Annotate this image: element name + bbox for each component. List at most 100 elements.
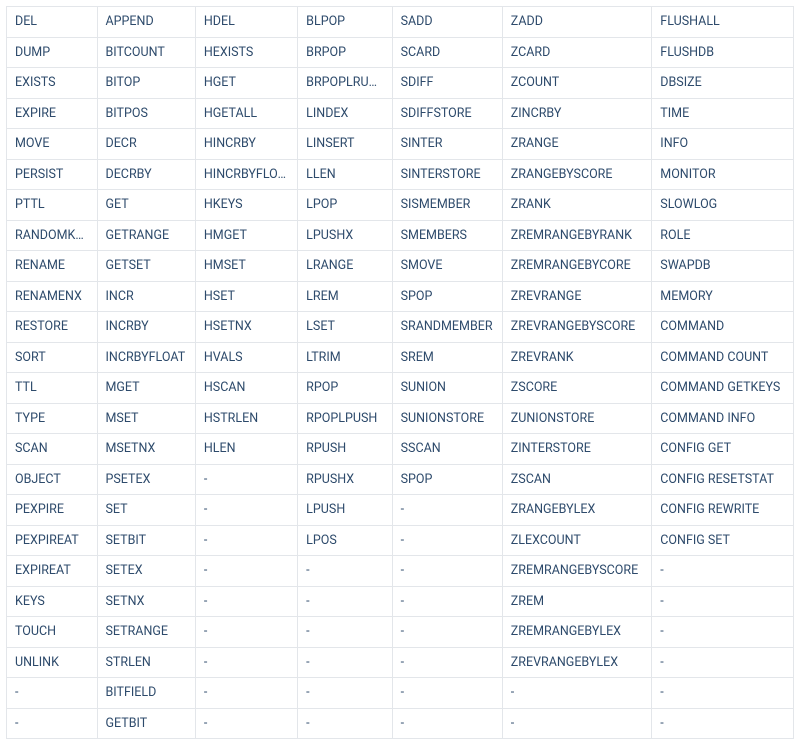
command-cell: SDIFF: [392, 68, 502, 99]
command-cell: SETRANGE: [97, 617, 195, 648]
command-cell: SORT: [7, 342, 98, 373]
command-cell: LTRIM: [298, 342, 392, 373]
command-cell: MONITOR: [652, 159, 794, 190]
command-cell: DUMP: [7, 37, 98, 68]
command-cell: MOVE: [7, 129, 98, 160]
command-cell: -: [195, 647, 297, 678]
command-cell: LREM: [298, 281, 392, 312]
command-cell: -: [652, 617, 794, 648]
command-cell: -: [298, 617, 392, 648]
command-cell: APPEND: [97, 7, 195, 38]
command-cell: SPOP: [392, 281, 502, 312]
table-row: -GETBIT-----: [7, 708, 794, 739]
command-cell: INCRBY: [97, 312, 195, 343]
command-cell: -: [652, 556, 794, 587]
command-cell: ZREVRANGEBYLEX: [502, 647, 652, 678]
command-cell: EXPIREAT: [7, 556, 98, 587]
command-cell: HINCRBYFLOAT: [195, 159, 297, 190]
command-cell: ZRANGEBYLEX: [502, 495, 652, 526]
command-cell: SSCAN: [392, 434, 502, 465]
command-cell: OBJECT: [7, 464, 98, 495]
command-cell: PERSIST: [7, 159, 98, 190]
command-cell: CONFIG REWRITE: [652, 495, 794, 526]
command-cell: MGET: [97, 373, 195, 404]
command-cell: -: [392, 708, 502, 739]
table-row: MOVEDECRHINCRBYLINSERTSINTERZRANGEINFO: [7, 129, 794, 160]
command-cell: SINTERSTORE: [392, 159, 502, 190]
command-cell: HMGET: [195, 220, 297, 251]
command-cell: SINTER: [392, 129, 502, 160]
command-cell: ZCOUNT: [502, 68, 652, 99]
command-cell: COMMAND GETKEYS: [652, 373, 794, 404]
command-cell: RPOP: [298, 373, 392, 404]
command-cell: -: [195, 617, 297, 648]
command-cell: -: [7, 678, 98, 709]
command-cell: LLEN: [298, 159, 392, 190]
command-cell: TYPE: [7, 403, 98, 434]
command-cell: PSETEX: [97, 464, 195, 495]
command-cell: -: [195, 586, 297, 617]
command-cell: PEXPIREAT: [7, 525, 98, 556]
command-cell: -: [392, 678, 502, 709]
command-cell: ZREVRANK: [502, 342, 652, 373]
command-cell: -: [652, 586, 794, 617]
command-cell: HSET: [195, 281, 297, 312]
command-cell: LPUSH: [298, 495, 392, 526]
command-cell: GETRANGE: [97, 220, 195, 251]
command-cell: ZREM: [502, 586, 652, 617]
command-cell: SUNIONSTORE: [392, 403, 502, 434]
command-cell: -: [652, 678, 794, 709]
command-cell: -: [392, 556, 502, 587]
command-cell: -: [298, 586, 392, 617]
command-cell: SMOVE: [392, 251, 502, 282]
command-cell: HINCRBY: [195, 129, 297, 160]
command-cell: FLUSHALL: [652, 7, 794, 38]
command-cell: GETBIT: [97, 708, 195, 739]
command-cell: MSET: [97, 403, 195, 434]
command-cell: -: [298, 647, 392, 678]
command-cell: BITFIELD: [97, 678, 195, 709]
command-cell: HDEL: [195, 7, 297, 38]
command-cell: SISMEMBER: [392, 190, 502, 221]
table-row: RENAMENXINCRHSETLREMSPOPZREVRANGEMEMORY: [7, 281, 794, 312]
command-cell: TTL: [7, 373, 98, 404]
command-cell: HGET: [195, 68, 297, 99]
command-cell: SETEX: [97, 556, 195, 587]
command-cell: SMEMBERS: [392, 220, 502, 251]
command-cell: GET: [97, 190, 195, 221]
command-cell: DEL: [7, 7, 98, 38]
command-cell: ZREVRANGEBYSCORE: [502, 312, 652, 343]
command-cell: KEYS: [7, 586, 98, 617]
table-row: RANDOMKEYGETRANGEHMGETLPUSHXSMEMBERSZREM…: [7, 220, 794, 251]
table-row: -BITFIELD-----: [7, 678, 794, 709]
table-row: SCANMSETNXHLENRPUSHSSCANZINTERSTORECONFI…: [7, 434, 794, 465]
command-cell: RPUSH: [298, 434, 392, 465]
command-cell: -: [195, 525, 297, 556]
command-cell: CONFIG GET: [652, 434, 794, 465]
command-cell: ZSCORE: [502, 373, 652, 404]
command-cell: INFO: [652, 129, 794, 160]
command-cell: HGETALL: [195, 98, 297, 129]
command-cell: -: [392, 495, 502, 526]
command-cell: -: [392, 647, 502, 678]
command-cell: EXPIRE: [7, 98, 98, 129]
command-cell: ZREMRANGEBYLEX: [502, 617, 652, 648]
command-cell: ZREVRANGE: [502, 281, 652, 312]
command-cell: PEXPIRE: [7, 495, 98, 526]
command-cell: LRANGE: [298, 251, 392, 282]
command-cell: SREM: [392, 342, 502, 373]
command-cell: HKEYS: [195, 190, 297, 221]
table-row: TYPEMSETHSTRLENRPOPLPUSHSUNIONSTOREZUNIO…: [7, 403, 794, 434]
command-cell: ZLEXCOUNT: [502, 525, 652, 556]
command-cell: SPOP: [392, 464, 502, 495]
command-cell: SCARD: [392, 37, 502, 68]
command-cell: ROLE: [652, 220, 794, 251]
command-cell: ZUNIONSTORE: [502, 403, 652, 434]
table-row: EXPIREATSETEX---ZREMRANGEBYSCORE-: [7, 556, 794, 587]
table-row: PEXPIREATSETBIT-LPOS-ZLEXCOUNTCONFIG SET: [7, 525, 794, 556]
command-cell: SETNX: [97, 586, 195, 617]
command-cell: COMMAND: [652, 312, 794, 343]
command-cell: EXISTS: [7, 68, 98, 99]
command-cell: SRANDMEMBER: [392, 312, 502, 343]
command-cell: RENAMENX: [7, 281, 98, 312]
